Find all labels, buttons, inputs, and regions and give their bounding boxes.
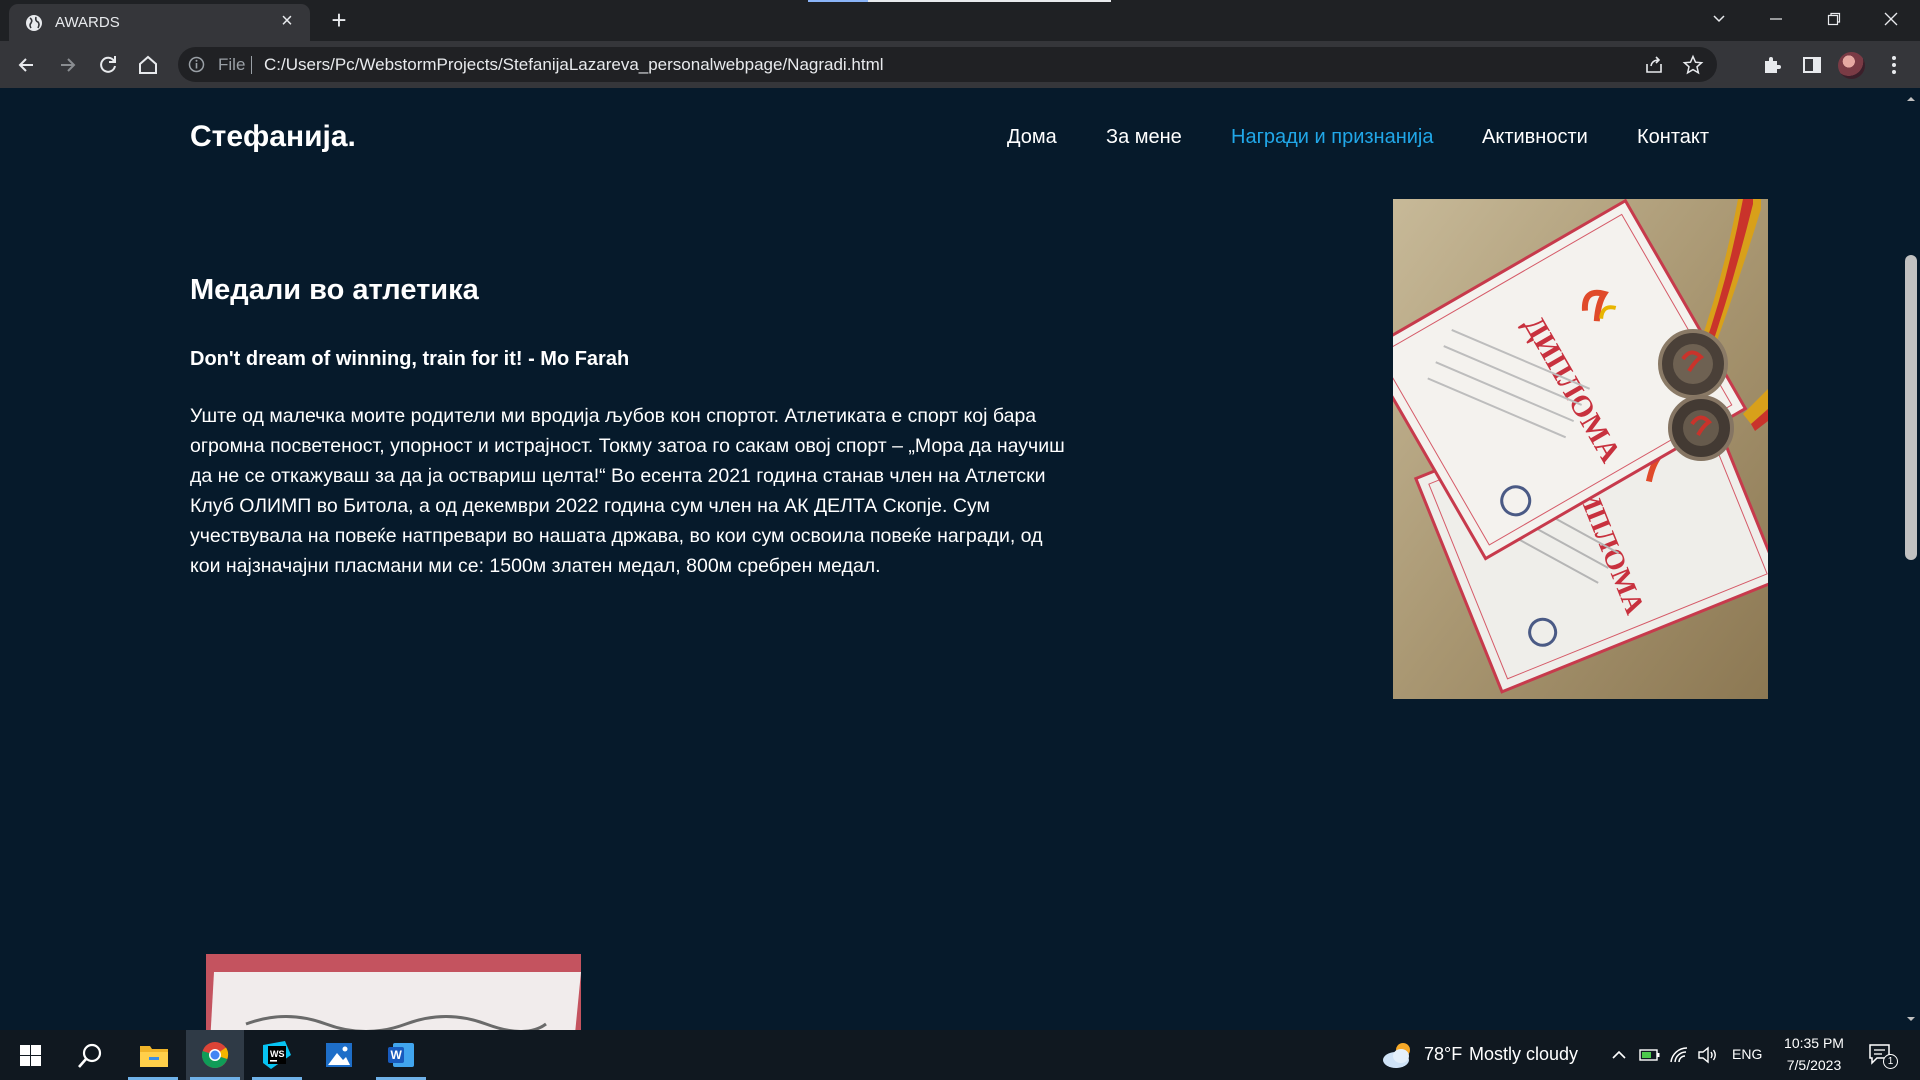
address-bar[interactable]: File C:/Users/Pc/WebstormProjects/Stefan… <box>178 47 1717 82</box>
profile-avatar[interactable] <box>1838 52 1865 79</box>
section-title: Медали во атлетика <box>190 274 479 306</box>
word-icon: W <box>388 1043 414 1067</box>
info-icon[interactable] <box>188 56 205 73</box>
browser-menu-icon[interactable] <box>1882 53 1906 77</box>
clock-date[interactable]: 7/5/2023 <box>1780 1057 1848 1073</box>
bookmark-star-icon[interactable] <box>1682 54 1704 76</box>
windows-start-button[interactable] <box>0 1030 58 1080</box>
tab-strip-accent <box>808 0 868 2</box>
taskbar-webstorm[interactable]: WS <box>248 1030 306 1080</box>
nav-link-contact[interactable]: Контакт <box>1637 126 1709 149</box>
back-arrow-icon[interactable] <box>13 51 41 79</box>
new-tab-icon[interactable]: + <box>325 6 353 34</box>
nav-link-activities[interactable]: Активности <box>1482 126 1588 149</box>
svg-text:WS: WS <box>270 1049 285 1059</box>
weather-temperature[interactable]: 78°F <box>1424 1044 1462 1065</box>
notification-center-button[interactable]: 1 <box>1868 1043 1898 1069</box>
browser-tab[interactable]: AWARDS × <box>9 4 310 41</box>
tray-overflow-chevron-icon[interactable] <box>1610 1046 1628 1064</box>
section-quote: Don't dream of winning, train for it! - … <box>190 348 630 370</box>
notification-count-badge: 1 <box>1883 1054 1898 1069</box>
taskbar-photos[interactable] <box>310 1030 368 1080</box>
battery-icon[interactable] <box>1639 1047 1661 1063</box>
cloud-sun-icon[interactable] <box>1381 1040 1415 1070</box>
close-window-icon[interactable] <box>1870 4 1912 36</box>
svg-text:W: W <box>391 1048 403 1062</box>
wifi-icon[interactable] <box>1669 1045 1689 1065</box>
file-explorer-icon <box>140 1046 168 1067</box>
weather-condition[interactable]: Mostly cloudy <box>1469 1044 1578 1065</box>
globe-icon <box>26 15 42 31</box>
section-body-text: Уште од малечка моите родители ми вродиј… <box>190 405 1065 577</box>
webstorm-icon: WS <box>263 1041 291 1069</box>
browser-tab-bar: AWARDS × + <box>0 0 1920 41</box>
page-scrollbar[interactable] <box>1901 88 1920 1030</box>
chrome-icon <box>201 1042 229 1069</box>
tab-title: AWARDS <box>55 14 120 31</box>
scroll-up-arrow-icon[interactable] <box>1906 94 1916 104</box>
photos-icon <box>326 1043 352 1067</box>
taskbar-word[interactable]: W <box>372 1030 430 1080</box>
tab-search-chevron-icon[interactable] <box>1698 4 1740 36</box>
language-indicator[interactable]: ENG <box>1732 1046 1762 1062</box>
minimize-icon[interactable] <box>1755 4 1797 36</box>
share-icon[interactable] <box>1643 54 1665 76</box>
taskbar-chrome[interactable] <box>186 1030 244 1080</box>
home-icon[interactable] <box>134 51 162 79</box>
site-logo[interactable]: Стефанија. <box>190 120 356 154</box>
tab-close-icon[interactable]: × <box>276 10 298 32</box>
windows-start-icon <box>20 1045 41 1066</box>
web-page: Стефанија. Дома За мене Награди и призна… <box>0 88 1901 1030</box>
volume-icon[interactable] <box>1697 1045 1719 1065</box>
extensions-puzzle-icon[interactable] <box>1760 53 1784 77</box>
url-scheme-label: File <box>218 55 246 74</box>
restore-icon[interactable] <box>1813 4 1855 36</box>
url-separator <box>251 56 252 74</box>
scroll-down-arrow-icon[interactable] <box>1906 1014 1916 1024</box>
certificate-photo-partial <box>206 954 581 1030</box>
side-panel-icon[interactable] <box>1800 53 1824 77</box>
taskbar-file-explorer[interactable] <box>124 1030 182 1080</box>
nav-link-home[interactable]: Дома <box>1007 126 1057 149</box>
clock-time[interactable]: 10:35 PM <box>1780 1035 1848 1051</box>
windows-taskbar: WS W 78°F Mostly cloudy ENG 10:35 PM 7/5… <box>0 1030 1920 1080</box>
diploma-medals-photo: ДИПЛОМА ДИПЛОМА <box>1393 199 1768 699</box>
browser-toolbar: File C:/Users/Pc/WebstormProjects/Stefan… <box>0 41 1920 88</box>
url-text[interactable]: C:/Users/Pc/WebstormProjects/StefanijaLa… <box>264 55 884 75</box>
taskbar-search-button[interactable] <box>60 1030 118 1080</box>
nav-link-about[interactable]: За мене <box>1106 126 1182 149</box>
reload-icon[interactable] <box>94 51 122 79</box>
search-icon <box>78 1043 102 1068</box>
scroll-thumb[interactable] <box>1905 255 1917 560</box>
nav-link-awards[interactable]: Награди и признанија <box>1231 126 1433 149</box>
forward-arrow-icon[interactable] <box>53 51 81 79</box>
